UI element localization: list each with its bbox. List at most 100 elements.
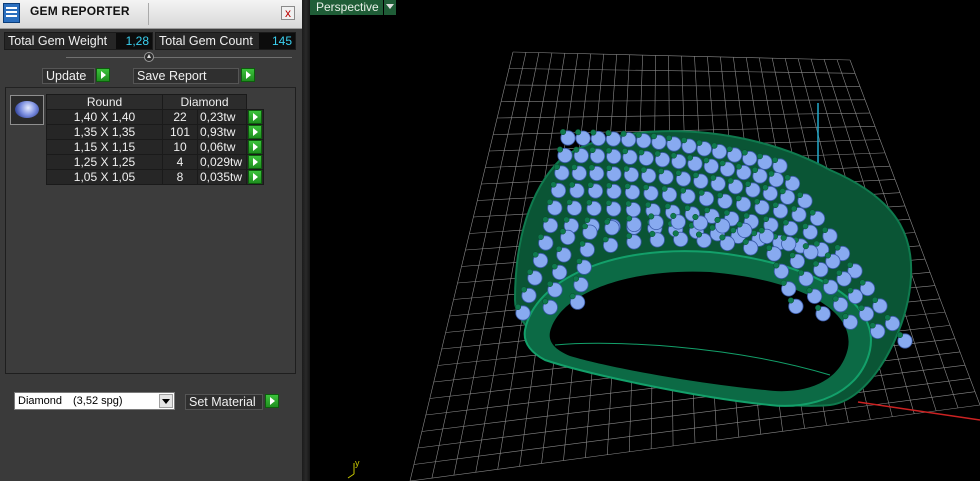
update-go-icon[interactable] xyxy=(96,68,110,82)
prong xyxy=(735,163,742,170)
prong xyxy=(780,234,787,241)
prong xyxy=(623,165,630,172)
prong xyxy=(569,293,576,300)
prong xyxy=(625,232,633,239)
gem-size-cell: 1,05 X 1,05 xyxy=(46,169,163,185)
prong xyxy=(802,243,809,250)
prong xyxy=(896,331,904,339)
prong xyxy=(638,149,645,156)
prong xyxy=(626,215,633,222)
prong xyxy=(842,313,849,320)
panel-splitter xyxy=(66,57,292,58)
pave-ring-model xyxy=(513,128,913,407)
prong xyxy=(703,157,710,164)
gem-count-cell: 101 xyxy=(162,124,198,140)
prong xyxy=(576,258,583,265)
prong xyxy=(603,218,611,225)
3d-scene: y xyxy=(347,51,980,481)
gem-count-cell: 22 xyxy=(162,109,198,125)
row-select-go-icon[interactable] xyxy=(248,110,262,124)
gem-count-cell: 8 xyxy=(162,169,198,185)
prong xyxy=(751,166,759,174)
prong xyxy=(726,145,733,153)
prong xyxy=(573,146,580,153)
save-report-button[interactable]: Save Report xyxy=(133,68,239,84)
prong xyxy=(858,304,865,311)
view-menu-chevron-icon[interactable] xyxy=(384,0,396,15)
prong xyxy=(727,177,734,184)
prong xyxy=(620,130,627,137)
collapse-icon[interactable] xyxy=(144,52,154,62)
prong xyxy=(696,139,703,146)
prong xyxy=(566,199,573,206)
prong xyxy=(773,262,780,269)
save-report-go-icon[interactable] xyxy=(241,68,255,82)
prong xyxy=(698,189,705,196)
grid-line xyxy=(413,391,976,465)
gem-reporter-panel: GEM REPORTER x Total Gem Weight 1,28 Tot… xyxy=(0,0,302,481)
prong xyxy=(579,240,586,247)
row-select-go-icon[interactable] xyxy=(248,125,262,139)
gem-table-row: 1,15 X 1,15 10 0,06tw xyxy=(46,139,264,155)
chevron-down-icon[interactable] xyxy=(159,394,173,408)
prong xyxy=(665,134,673,142)
gem-thumbnail[interactable] xyxy=(10,95,44,125)
material-spg: (3,52 spg) xyxy=(73,395,123,407)
prong xyxy=(675,169,682,177)
prong xyxy=(836,269,843,276)
prong xyxy=(686,154,694,161)
prong xyxy=(546,198,553,206)
prong xyxy=(736,221,743,228)
prong xyxy=(692,172,699,179)
row-select-go-icon[interactable] xyxy=(248,140,262,154)
prong xyxy=(605,129,612,137)
prong xyxy=(645,201,652,208)
prong xyxy=(642,184,650,191)
prong xyxy=(664,203,671,210)
row-select-cell xyxy=(246,109,264,125)
prong xyxy=(605,147,612,154)
perspective-viewport[interactable]: y xyxy=(310,0,980,481)
prong xyxy=(730,227,737,234)
row-select-go-icon[interactable] xyxy=(248,155,262,169)
prong xyxy=(588,164,595,171)
row-select-go-icon[interactable] xyxy=(248,170,262,184)
close-icon[interactable]: x xyxy=(281,6,295,20)
prong xyxy=(605,199,612,207)
prong xyxy=(784,174,791,181)
gem-count-cell: 4 xyxy=(162,154,198,170)
set-material-go-icon[interactable] xyxy=(265,394,279,408)
material-select[interactable]: Diamond (3,52 spg) xyxy=(14,392,175,410)
prong xyxy=(587,181,594,189)
prong xyxy=(695,231,703,238)
panel-titlebar: GEM REPORTER x xyxy=(0,0,302,29)
prong xyxy=(812,260,819,267)
title-separator xyxy=(148,3,149,25)
prong xyxy=(780,279,787,286)
prong xyxy=(762,184,769,191)
prong xyxy=(563,216,570,223)
gem-size-cell: 1,25 X 1,25 xyxy=(46,154,163,170)
prong xyxy=(756,153,763,160)
prong xyxy=(553,163,560,171)
prong xyxy=(742,238,749,245)
set-material-button[interactable]: Set Material xyxy=(185,394,263,410)
prong xyxy=(762,215,770,223)
prong xyxy=(802,223,809,230)
prong xyxy=(559,228,566,235)
prong xyxy=(526,268,533,276)
round-gem-icon xyxy=(15,101,39,118)
material-name: Diamond xyxy=(18,395,63,407)
view-tab-perspective[interactable]: Perspective xyxy=(310,0,383,15)
prong xyxy=(586,199,593,206)
prong xyxy=(772,201,779,209)
prong xyxy=(555,245,562,252)
prong xyxy=(744,180,751,188)
gem-reporter-icon xyxy=(3,3,20,23)
prong xyxy=(605,164,613,172)
update-button[interactable]: Update xyxy=(42,68,95,84)
prong xyxy=(635,131,642,138)
prong xyxy=(743,212,750,219)
prong xyxy=(847,287,854,294)
prong xyxy=(809,209,816,216)
